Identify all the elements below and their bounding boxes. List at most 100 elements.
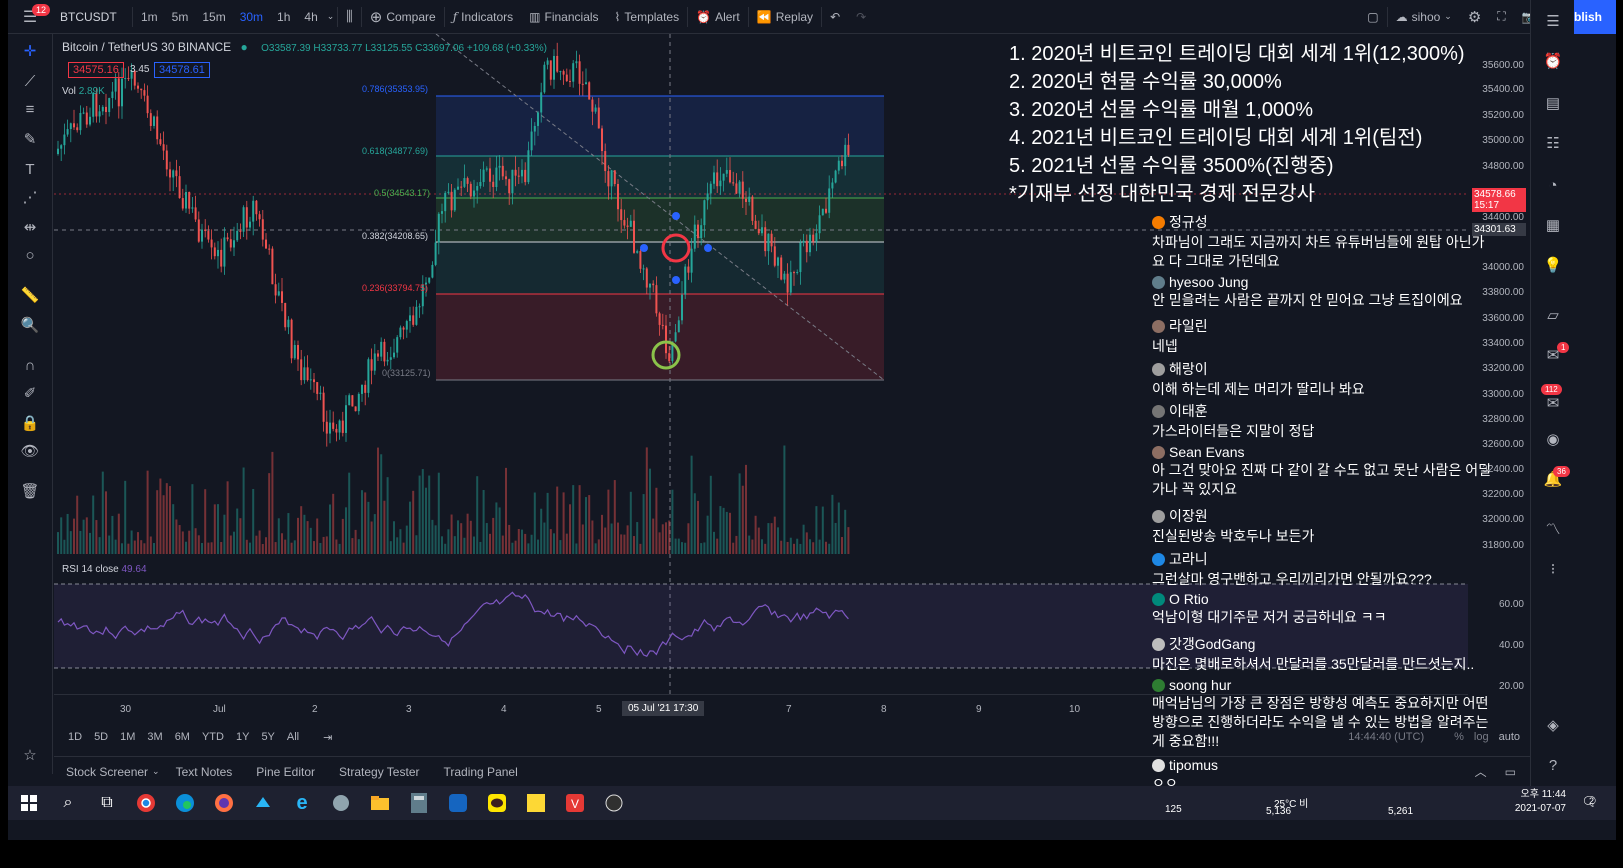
templates-button[interactable]: ⌇ Templates xyxy=(607,0,688,34)
data-window-icon[interactable]: ▤ xyxy=(1543,94,1563,114)
windows-start-icon[interactable] xyxy=(14,788,44,818)
drawing-handle xyxy=(672,212,680,220)
trend-icon[interactable]: 〽 xyxy=(1543,520,1563,540)
redo-button[interactable]: ↷ xyxy=(848,0,874,34)
fullscreen-button[interactable]: ⛶ xyxy=(1489,0,1513,34)
zoom-icon[interactable]: 🔍 xyxy=(20,316,40,336)
candle-body xyxy=(805,240,808,253)
magnet-icon[interactable]: ∩ xyxy=(20,356,40,376)
financials-button[interactable]: ▥ Financials xyxy=(521,0,606,34)
text-icon[interactable]: T xyxy=(20,160,40,180)
chevron-down-icon[interactable]: ⌄ xyxy=(152,766,160,777)
indicators-button[interactable]: ƒ Indicators xyxy=(445,0,521,34)
tab-stock-screener[interactable]: Stock Screener xyxy=(54,765,160,779)
range-1m[interactable]: 1M xyxy=(114,731,141,743)
volume-bar xyxy=(732,542,735,554)
ruler-icon[interactable]: 📏 xyxy=(20,286,40,306)
obs-icon[interactable] xyxy=(599,788,629,818)
chat-icon[interactable]: ▱ xyxy=(1543,306,1563,326)
buy-price-box[interactable]: 34578.61 xyxy=(154,62,210,78)
range-3m[interactable]: 3M xyxy=(141,731,168,743)
layout-name-button[interactable]: ☁ sihoo ⌄ xyxy=(1388,0,1460,34)
sell-price-box[interactable]: 34575.16 xyxy=(68,62,124,78)
help-icon[interactable]: ? xyxy=(1543,756,1563,776)
pencil-lock-icon[interactable]: ✐ xyxy=(20,384,40,404)
time-tick: 10 xyxy=(1069,704,1081,715)
range-1y[interactable]: 1Y xyxy=(230,731,255,743)
symbol-search[interactable]: BTCUSDT xyxy=(52,0,132,34)
candle-body xyxy=(357,393,360,412)
circle-icon[interactable]: ○ xyxy=(20,246,40,266)
tab-strategy-tester[interactable]: Strategy Tester xyxy=(327,765,431,779)
settings-button[interactable]: ⚙ xyxy=(1460,0,1489,34)
compare-button[interactable]: ⊕ Compare xyxy=(362,0,444,34)
system-clock[interactable]: 오후 11:44 2021-07-07 xyxy=(1515,788,1566,816)
grid-icon[interactable]: ▦ xyxy=(1543,216,1563,236)
calendar-icon[interactable]: ◔ xyxy=(1543,176,1563,196)
range-all[interactable]: All xyxy=(281,731,305,743)
range-5y[interactable]: 5Y xyxy=(255,731,280,743)
dom-icon[interactable]: ⁝ xyxy=(1543,560,1563,580)
volume-bar xyxy=(473,536,475,554)
ideas-icon[interactable]: 💡 xyxy=(1543,256,1563,276)
app-bird-icon[interactable] xyxy=(248,788,278,818)
maximize-panel-icon[interactable]: ▭ xyxy=(1505,765,1516,779)
menu-button[interactable]: ☰ 12 xyxy=(8,0,52,34)
crosshair-icon[interactable]: ✛ xyxy=(20,42,40,62)
app-v-icon[interactable]: V xyxy=(560,788,590,818)
alarm-clock-icon[interactable]: ⏰ xyxy=(1543,52,1563,72)
replay-button[interactable]: ⏪ Replay xyxy=(749,0,821,34)
layout-button[interactable]: ▢ xyxy=(1359,0,1386,34)
edge-icon[interactable] xyxy=(170,788,200,818)
lock-icon[interactable]: 🔒 xyxy=(20,414,40,434)
broadcast-icon[interactable]: ◉ xyxy=(1543,430,1563,450)
eye-icon[interactable]: 👁 xyxy=(20,442,40,462)
sticky-notes-icon[interactable] xyxy=(521,788,551,818)
range-1d[interactable]: 1D xyxy=(62,731,88,743)
chevron-down-icon[interactable]: ⌄ xyxy=(327,11,335,22)
volume-bar xyxy=(178,525,181,554)
auto-toggle[interactable]: auto xyxy=(1499,731,1520,743)
chat-text: 네넵 xyxy=(1152,338,1178,354)
horizontal-lines-icon[interactable]: ≡ xyxy=(20,100,40,120)
tab-trading-panel[interactable]: Trading Panel xyxy=(431,765,529,779)
firefox-icon[interactable] xyxy=(209,788,239,818)
folder-icon[interactable] xyxy=(365,788,395,818)
timeframe-15m[interactable]: 15m xyxy=(197,10,230,24)
kakaotalk-icon[interactable] xyxy=(482,788,512,818)
timeframe-1h[interactable]: 1h xyxy=(272,10,295,24)
timeframe-5m[interactable]: 5m xyxy=(167,10,194,24)
layers-icon[interactable]: ◈ xyxy=(1543,716,1563,736)
watchlist-icon[interactable]: ☰ xyxy=(1543,12,1563,32)
chart-type-button[interactable]: ⫼ xyxy=(338,0,360,34)
ie-icon[interactable]: e xyxy=(287,788,317,818)
alert-button[interactable]: ⏰ Alert xyxy=(688,0,748,34)
pattern-icon[interactable]: ⋰ xyxy=(20,188,40,208)
calculator-icon[interactable] xyxy=(404,788,434,818)
timeframe-1m[interactable]: 1m xyxy=(136,10,163,24)
timeframe-4h[interactable]: 4h xyxy=(299,10,322,24)
trash-icon[interactable]: 🗑 xyxy=(20,482,40,502)
candle-body xyxy=(514,169,517,176)
brush-icon[interactable]: ✎ xyxy=(20,130,40,150)
hotlist-icon[interactable]: ☷ xyxy=(1543,134,1563,154)
chrome-icon[interactable] xyxy=(131,788,161,818)
search-icon[interactable]: ⌕ xyxy=(53,788,83,818)
trend-line-icon[interactable]: ⟋ xyxy=(20,72,40,92)
app-blue-icon[interactable] xyxy=(443,788,473,818)
tab-text-notes[interactable]: Text Notes xyxy=(164,765,245,779)
streams-icon[interactable]: ✉ xyxy=(1543,394,1563,414)
avatar xyxy=(1152,552,1165,566)
range-5d[interactable]: 5D xyxy=(88,731,114,743)
range-ytd[interactable]: YTD xyxy=(196,731,230,743)
task-view-icon[interactable]: ⧉ xyxy=(92,788,122,818)
goto-date-icon[interactable]: ⇥ xyxy=(323,731,332,744)
forecast-icon[interactable]: ⇹ xyxy=(20,218,40,238)
app-globe-icon[interactable] xyxy=(326,788,356,818)
undo-button[interactable]: ↶ xyxy=(822,0,848,34)
timeframe-30m[interactable]: 30m xyxy=(235,10,268,24)
range-6m[interactable]: 6M xyxy=(169,731,196,743)
tab-pine-editor[interactable]: Pine Editor xyxy=(244,765,327,779)
star-icon[interactable]: ☆ xyxy=(20,746,40,766)
chat-message: hyesoo Jung 안 믿을려는 사람은 끝까지 안 믿어요 그냥 트집이에요 xyxy=(1152,274,1492,310)
